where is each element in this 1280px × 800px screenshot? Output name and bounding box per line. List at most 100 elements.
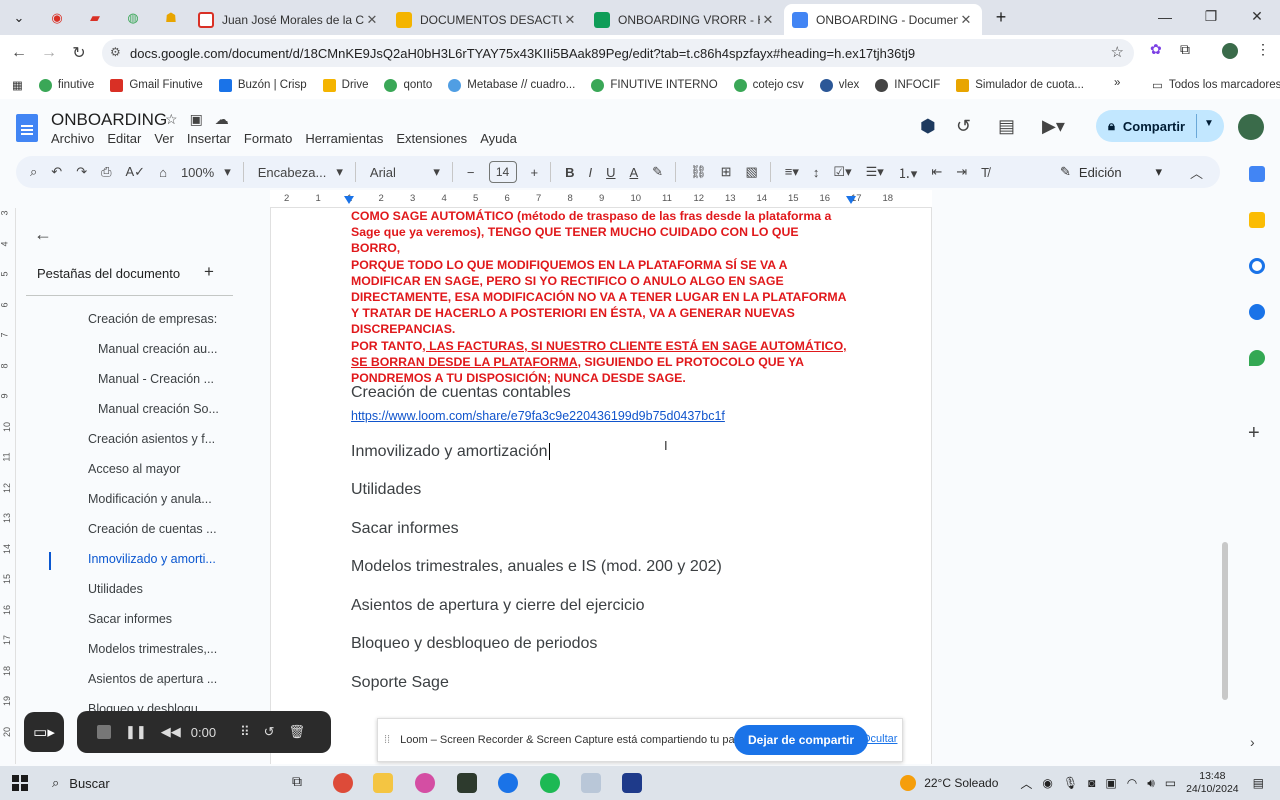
- outline-item[interactable]: Modificación y anula...: [88, 492, 212, 506]
- comments-icon[interactable]: ▤: [998, 116, 1015, 137]
- hide-banner-link[interactable]: Ocultar: [862, 733, 897, 745]
- bookmark-item[interactable]: Simulador de cuota...: [956, 78, 1084, 92]
- bookmark-item[interactable]: Drive: [322, 78, 368, 92]
- bulleted-list-icon[interactable]: ☰▾: [866, 164, 884, 180]
- snipping-tool-icon[interactable]: [581, 773, 601, 793]
- forward-icon[interactable]: →: [34, 44, 64, 62]
- share-dropdown-icon[interactable]: ▼: [1204, 118, 1214, 129]
- insert-link-icon[interactable]: ⛓: [690, 164, 707, 180]
- browser-tab[interactable]: Juan José Morales de la Cueva ✕: [190, 4, 388, 35]
- browser-tab[interactable]: ONBOARDING VRORR - Hojas c ✕: [586, 4, 784, 35]
- pinned-tab-4[interactable]: ☗: [152, 0, 190, 35]
- contacts-icon[interactable]: [1249, 304, 1265, 320]
- document-title[interactable]: ONBOARDING: [51, 110, 167, 130]
- app-icon[interactable]: [622, 773, 642, 793]
- numbered-list-icon[interactable]: ⒈▾: [898, 163, 918, 182]
- horizontal-ruler[interactable]: 21123456789101112131415161718: [270, 190, 932, 208]
- all-bookmarks-folder[interactable]: ▭ Todos los marcadores: [1152, 78, 1280, 92]
- search-menus-icon[interactable]: ⌕: [30, 164, 37, 180]
- outline-item[interactable]: Creación de empresas:: [88, 312, 217, 326]
- italic-icon[interactable]: I: [588, 165, 592, 180]
- close-tab-icon[interactable]: ✕: [364, 12, 380, 28]
- clock[interactable]: 13:48 24/10/2024: [1186, 770, 1239, 796]
- paint-format-icon[interactable]: ⌂: [159, 165, 167, 180]
- drag-grid-icon[interactable]: ⠿: [240, 724, 250, 740]
- pause-icon[interactable]: ❚❚: [125, 724, 147, 740]
- hide-side-panel-icon[interactable]: ›: [1250, 734, 1255, 750]
- outline-item[interactable]: Asientos de apertura ...: [88, 672, 217, 686]
- menu-editar[interactable]: Editar: [107, 131, 141, 146]
- url-input[interactable]: ⚙ docs.google.com/document/d/18CMnKE9JsQ…: [102, 39, 1134, 67]
- browser-tab-active[interactable]: ONBOARDING - Document ✕: [784, 4, 982, 35]
- extensions-puzzle-icon[interactable]: ⧉: [1180, 41, 1190, 58]
- font-select[interactable]: Arial ▾: [370, 164, 440, 180]
- stop-sharing-button[interactable]: Dejar de compartir: [734, 725, 869, 755]
- outline-item[interactable]: Manual creación au...: [98, 342, 218, 356]
- close-window-icon[interactable]: ✕: [1234, 0, 1280, 33]
- decrease-font-size-icon[interactable]: −: [467, 165, 475, 180]
- outline-item[interactable]: Creación de cuentas ...: [88, 522, 217, 536]
- menu-ayuda[interactable]: Ayuda: [480, 131, 517, 146]
- account-avatar[interactable]: [1238, 114, 1264, 140]
- add-tab-icon[interactable]: +: [204, 262, 214, 282]
- print-icon[interactable]: ⎙: [101, 164, 111, 180]
- spellcheck-icon[interactable]: A✓: [126, 164, 146, 180]
- back-icon[interactable]: ←: [4, 44, 34, 62]
- star-icon[interactable]: ☆: [165, 111, 178, 128]
- left-indent-marker[interactable]: [344, 196, 354, 204]
- bookmark-item[interactable]: qonto: [384, 78, 432, 92]
- bookmark-item[interactable]: vlex: [819, 78, 859, 92]
- outline-item[interactable]: Manual - Creación ...: [98, 372, 214, 386]
- tab-search-button[interactable]: ⌄: [0, 0, 38, 35]
- tasks-icon[interactable]: [1249, 258, 1265, 274]
- bookmark-item[interactable]: Metabase // cuadro...: [448, 78, 575, 92]
- cloud-status-icon[interactable]: ☁: [215, 111, 229, 128]
- font-size-input[interactable]: 14: [488, 161, 517, 183]
- menu-formato[interactable]: Formato: [244, 131, 292, 146]
- reload-icon[interactable]: ↻: [64, 43, 94, 63]
- new-tab-button[interactable]: +: [982, 0, 1020, 35]
- outline-item[interactable]: Modelos trimestrales,...: [88, 642, 217, 656]
- paint-icon[interactable]: [415, 773, 435, 793]
- add-comment-icon[interactable]: ⊞: [721, 164, 732, 180]
- browser-tab[interactable]: DOCUMENTOS DESACTUALIZA ✕: [388, 4, 586, 35]
- menu-herramientas[interactable]: Herramientas: [305, 131, 383, 146]
- align-icon[interactable]: ≡▾: [785, 164, 799, 180]
- version-history-icon[interactable]: ↺: [956, 116, 971, 137]
- increase-font-size-icon[interactable]: +: [531, 165, 539, 180]
- search-app-icon[interactable]: [498, 773, 518, 793]
- outline-item[interactable]: Utilidades: [88, 582, 143, 596]
- outline-item[interactable]: Creación asientos y f...: [88, 432, 215, 446]
- bookmark-item[interactable]: Buzón | Crisp: [218, 78, 307, 92]
- keep-icon[interactable]: [1249, 212, 1265, 228]
- task-view-icon[interactable]: ⧉: [292, 773, 312, 793]
- bold-icon[interactable]: B: [565, 165, 574, 180]
- file-explorer-icon[interactable]: [373, 773, 393, 793]
- insert-image-icon[interactable]: ▧: [746, 164, 758, 180]
- collapse-menus-icon[interactable]: ︿: [1190, 163, 1203, 182]
- menu-insertar[interactable]: Insertar: [187, 131, 231, 146]
- menu-ver[interactable]: Ver: [154, 131, 174, 146]
- notifications-icon[interactable]: ▤: [1253, 776, 1264, 790]
- close-tab-icon[interactable]: ✕: [562, 12, 578, 28]
- document-page[interactable]: COMO SAGE AUTOMÁTICO (método de traspaso…: [270, 208, 932, 764]
- gemini-icon[interactable]: ⬢: [920, 116, 936, 137]
- show-hidden-icons-icon[interactable]: ︿: [1020, 775, 1032, 792]
- display-icon[interactable]: ▣: [1105, 776, 1116, 790]
- taskbar-search[interactable]: ⌕ Buscar: [40, 770, 270, 796]
- meet-icon[interactable]: ▶▾: [1042, 116, 1065, 137]
- battery-icon[interactable]: ▭: [1165, 776, 1176, 790]
- outline-item[interactable]: Manual creación So...: [98, 402, 219, 416]
- vertical-ruler[interactable]: 3 4 5 6 7 8 9 10 11 12 13 14 15 16 17 18 19 20: [0, 208, 16, 764]
- wifi-icon[interactable]: ◠: [1127, 776, 1137, 790]
- camera-icon[interactable]: ◙: [1088, 776, 1095, 790]
- loom-camera-button[interactable]: ▭▸: [24, 712, 64, 752]
- profile-avatar[interactable]: [1222, 43, 1238, 59]
- maximize-icon[interactable]: ❐: [1188, 0, 1234, 33]
- calendar-icon[interactable]: [1249, 166, 1265, 182]
- zoom-select[interactable]: 100% ▾: [181, 164, 231, 180]
- close-tab-icon[interactable]: ✕: [958, 12, 974, 28]
- site-info-icon[interactable]: ⚙: [110, 45, 121, 59]
- text-color-icon[interactable]: A: [630, 165, 639, 180]
- rewind-icon[interactable]: ◀◀: [161, 724, 181, 740]
